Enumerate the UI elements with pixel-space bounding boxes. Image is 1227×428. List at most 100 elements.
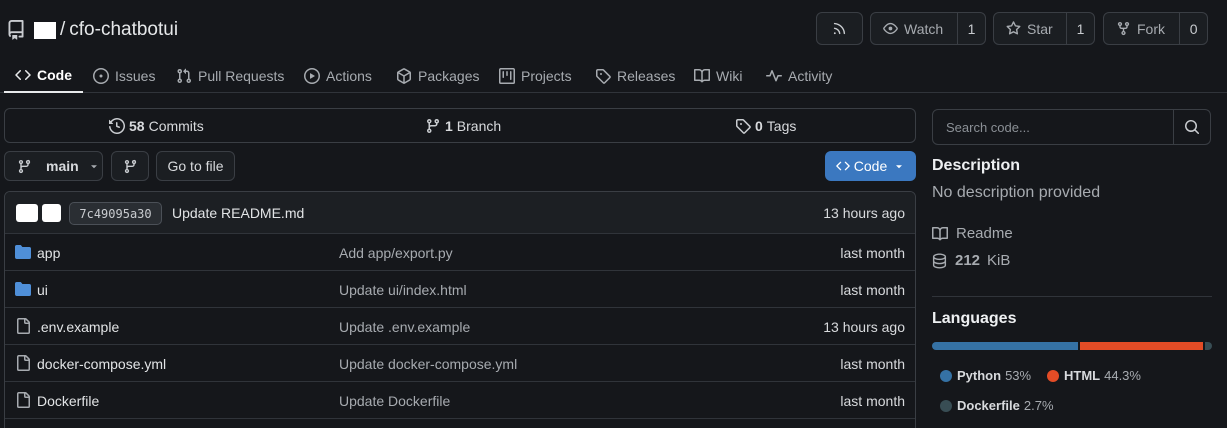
tags-count: 0 bbox=[755, 117, 763, 134]
tag-icon bbox=[596, 68, 611, 84]
tab-wiki[interactable]: Wiki bbox=[694, 58, 742, 93]
file-name[interactable]: app bbox=[37, 245, 60, 261]
fork-button[interactable]: Fork 0 bbox=[1103, 12, 1208, 45]
code-button-label: Code bbox=[853, 158, 888, 174]
pulse-icon bbox=[766, 69, 782, 81]
history-icon bbox=[109, 117, 125, 134]
tab-activity[interactable]: Activity bbox=[766, 58, 832, 93]
tab-issues[interactable]: Issues bbox=[93, 58, 155, 93]
commits-label: Commits bbox=[148, 117, 204, 134]
branches-count: 1 bbox=[445, 117, 453, 134]
file-icon bbox=[17, 318, 30, 334]
database-icon bbox=[932, 253, 947, 268]
table-row[interactable]: docker-compose.yml Update docker-compose… bbox=[5, 345, 915, 382]
caret-down-icon bbox=[90, 165, 97, 169]
rss-button[interactable] bbox=[816, 12, 863, 45]
folder-icon bbox=[15, 282, 31, 296]
file-commit-message[interactable]: Update ui/index.html bbox=[339, 282, 467, 298]
play-icon bbox=[304, 67, 320, 84]
file-commit-time: last month bbox=[840, 356, 905, 372]
fork-icon bbox=[1117, 21, 1130, 36]
commits-link[interactable]: 58 Commits bbox=[109, 109, 204, 142]
file-name[interactable]: docker-compose.yml bbox=[37, 356, 166, 372]
caret-down-icon bbox=[896, 165, 902, 169]
book-icon bbox=[932, 226, 948, 240]
language-percent: 53% bbox=[1005, 368, 1032, 383]
language-item-html[interactable]: HTML 44.3% bbox=[1047, 368, 1141, 383]
tab-packages-label: Packages bbox=[418, 67, 480, 84]
star-icon bbox=[1006, 21, 1021, 35]
file-name[interactable]: Dockerfile bbox=[37, 393, 99, 409]
language-item-python[interactable]: Python 53% bbox=[940, 368, 1031, 383]
code-dropdown-button[interactable]: Code bbox=[825, 151, 916, 181]
author-name-redacted[interactable] bbox=[42, 204, 61, 222]
code-search-box[interactable]: Search code... bbox=[932, 109, 1211, 145]
repo-name-link[interactable]: cfo-chatbotui bbox=[69, 19, 178, 41]
size-value: 212 bbox=[955, 252, 981, 269]
folder-icon bbox=[15, 245, 31, 259]
repo-stats-bar: 58 Commits 1 Branch 0 Tags bbox=[4, 108, 916, 143]
watch-button[interactable]: Watch 1 bbox=[870, 12, 986, 45]
file-commit-message[interactable]: Update .env.example bbox=[339, 319, 470, 335]
fork-count[interactable]: 0 bbox=[1179, 13, 1207, 44]
tags-label: Tags bbox=[766, 117, 797, 134]
tab-issues-label: Issues bbox=[115, 67, 156, 84]
file-commit-message[interactable]: Update Dockerfile bbox=[339, 393, 450, 409]
star-button[interactable]: Star 1 bbox=[993, 12, 1095, 45]
readme-link[interactable]: Readme bbox=[932, 225, 1013, 242]
branches-link[interactable]: 1 Branch bbox=[425, 109, 501, 142]
commit-time[interactable]: 13 hours ago bbox=[823, 205, 905, 221]
search-button[interactable] bbox=[1173, 110, 1210, 144]
latest-commit-row: 7c49095a30 Update README.md 13 hours ago bbox=[5, 192, 915, 234]
issue-icon bbox=[93, 67, 109, 84]
language-bar-segment bbox=[1204, 342, 1212, 350]
language-name: HTML bbox=[1064, 368, 1101, 383]
author-avatar-redacted[interactable] bbox=[16, 204, 38, 222]
file-icon bbox=[17, 355, 30, 371]
file-commit-message[interactable]: Update docker-compose.yml bbox=[339, 356, 517, 372]
language-color-dot bbox=[940, 399, 952, 412]
tab-code[interactable]: Code bbox=[4, 58, 83, 93]
description-text: No description provided bbox=[932, 184, 1101, 201]
tab-pull-requests[interactable]: Pull Requests bbox=[176, 58, 284, 93]
branch-name: main bbox=[46, 158, 79, 174]
tag-icon bbox=[736, 118, 751, 134]
repo-title: / cfo-chatbotui bbox=[6, 18, 178, 42]
table-row[interactable]: app Add app/export.py last month bbox=[5, 234, 915, 271]
file-commit-time: last month bbox=[840, 393, 905, 409]
language-color-dot bbox=[1047, 369, 1059, 382]
tags-link[interactable]: 0 Tags bbox=[735, 109, 796, 142]
file-commit-message[interactable]: Add app/export.py bbox=[339, 245, 453, 261]
search-input[interactable]: Search code... bbox=[946, 120, 1030, 135]
tab-code-label: Code bbox=[37, 66, 72, 83]
language-percent: 2.7% bbox=[1023, 398, 1054, 413]
pull-request-icon bbox=[177, 68, 192, 83]
repo-size: 212 KiB bbox=[932, 252, 1010, 269]
repo-separator: / bbox=[60, 19, 66, 40]
file-commit-time: last month bbox=[840, 245, 905, 261]
tab-projects[interactable]: Projects bbox=[499, 58, 572, 93]
fork-label: Fork bbox=[1137, 20, 1165, 37]
go-to-file-button[interactable]: Go to file bbox=[156, 151, 235, 181]
tab-actions[interactable]: Actions bbox=[304, 58, 372, 93]
commit-message[interactable]: Update README.md bbox=[172, 205, 304, 221]
branch-select[interactable]: main bbox=[4, 151, 103, 181]
branches-button[interactable] bbox=[111, 151, 149, 181]
file-table: 7c49095a30 Update README.md 13 hours ago… bbox=[4, 191, 916, 428]
languages-heading: Languages bbox=[932, 310, 1017, 327]
file-name[interactable]: .env.example bbox=[37, 319, 119, 335]
commit-sha[interactable]: 7c49095a30 bbox=[69, 202, 162, 225]
file-commit-time: last month bbox=[840, 282, 905, 298]
table-row[interactable]: .env.example Update .env.example 13 hour… bbox=[5, 308, 915, 345]
file-name[interactable]: ui bbox=[37, 282, 48, 298]
tab-releases[interactable]: Releases bbox=[595, 58, 675, 93]
table-row[interactable]: Dockerfile Update Dockerfile last month bbox=[5, 382, 915, 419]
owner-avatar-redacted[interactable] bbox=[34, 21, 56, 39]
table-row[interactable]: ui Update ui/index.html last month bbox=[5, 271, 915, 308]
watch-count[interactable]: 1 bbox=[957, 13, 985, 44]
language-item-dockerfile[interactable]: Dockerfile 2.7% bbox=[940, 398, 1054, 413]
star-count[interactable]: 1 bbox=[1066, 13, 1094, 44]
tab-packages[interactable]: Packages bbox=[396, 58, 479, 93]
file-icon bbox=[17, 392, 30, 408]
go-to-file-label: Go to file bbox=[167, 158, 224, 174]
